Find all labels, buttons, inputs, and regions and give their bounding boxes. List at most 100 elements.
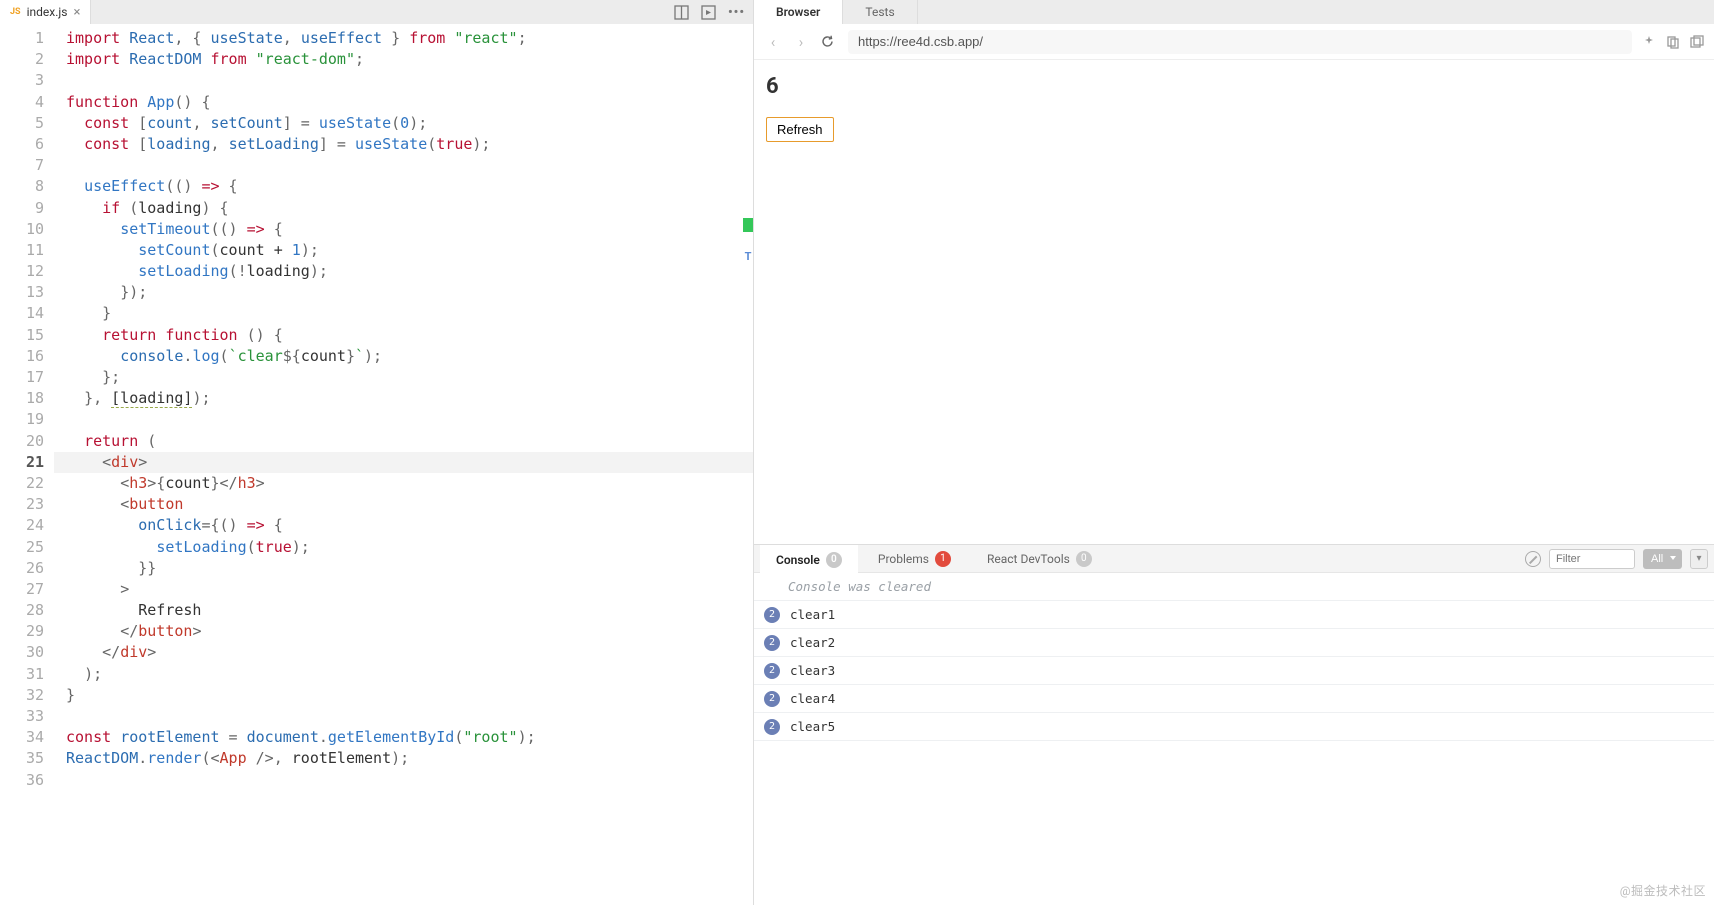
- console-entry-text: clear2: [790, 635, 835, 650]
- code-area[interactable]: import React, { useState, useEffect } fr…: [54, 24, 753, 905]
- marker-t: T: [743, 250, 753, 264]
- code-line: Refresh: [54, 600, 753, 621]
- editor-tab-indexjs[interactable]: JS index.js ×: [0, 0, 91, 24]
- console-entry[interactable]: 2 clear4: [754, 685, 1714, 713]
- reload-icon[interactable]: [820, 34, 838, 49]
- nav-forward-icon[interactable]: ›: [792, 33, 810, 51]
- console-level-select[interactable]: All: [1643, 549, 1682, 569]
- code-line: }: [54, 685, 753, 706]
- code-line: useEffect(() => {: [54, 176, 753, 197]
- devtools-tools: All ▾: [1525, 549, 1708, 569]
- watermark: @掘金技术社区: [1620, 882, 1706, 899]
- code-line: const rootElement = document.getElementB…: [54, 727, 753, 748]
- code-line: import React, { useState, useEffect } fr…: [54, 28, 753, 49]
- line-number: 18: [0, 388, 44, 409]
- line-number: 4: [0, 92, 44, 113]
- editor-column: JS index.js × ••• 1234567891011121314151…: [0, 0, 754, 905]
- devtools-tabs: Console 0 Problems 1 React DevTools 0: [754, 545, 1714, 573]
- code-line: if (loading) {: [54, 198, 753, 219]
- console-status-line: Console was cleared: [754, 573, 1714, 601]
- line-number: 19: [0, 409, 44, 430]
- react-devtools-count-badge: 0: [1076, 551, 1092, 567]
- url-bar: ‹ ›: [754, 24, 1714, 60]
- line-number: 6: [0, 134, 44, 155]
- line-number: 13: [0, 282, 44, 303]
- line-number: 3: [0, 70, 44, 91]
- code-line: const [count, setCount] = useState(0);: [54, 113, 753, 134]
- panel-icon[interactable]: [701, 5, 716, 20]
- editor-tab-label: index.js: [27, 5, 68, 19]
- copy-icon[interactable]: [1666, 35, 1680, 49]
- code-line: [54, 155, 753, 176]
- editor-tab-bar: JS index.js × •••: [0, 0, 753, 24]
- line-number: 8: [0, 176, 44, 197]
- more-icon[interactable]: •••: [728, 5, 745, 20]
- chevron-down-icon[interactable]: ▾: [1690, 549, 1708, 569]
- repeat-count-badge: 2: [764, 691, 780, 707]
- code-line: ReactDOM.render(<App />, rootElement);: [54, 748, 753, 769]
- code-line: >: [54, 579, 753, 600]
- code-line: import ReactDOM from "react-dom";: [54, 49, 753, 70]
- refresh-button[interactable]: Refresh: [766, 117, 834, 142]
- code-line: );: [54, 664, 753, 685]
- line-number: 34: [0, 727, 44, 748]
- line-number: 26: [0, 558, 44, 579]
- tab-problems[interactable]: Problems 1: [862, 545, 967, 573]
- repeat-count-badge: 2: [764, 719, 780, 735]
- line-number: 5: [0, 113, 44, 134]
- code-line: setLoading(true);: [54, 537, 753, 558]
- right-column: Browser Tests ‹ › 6: [754, 0, 1714, 905]
- console-entry[interactable]: 2clear1: [754, 601, 1714, 629]
- line-number: 33: [0, 706, 44, 727]
- code-line: [54, 706, 753, 727]
- line-number: 23: [0, 494, 44, 515]
- open-external-icon[interactable]: [1690, 35, 1704, 49]
- clear-console-icon[interactable]: [1525, 551, 1541, 567]
- js-icon: JS: [10, 7, 21, 17]
- code-line: }}: [54, 558, 753, 579]
- close-icon[interactable]: ×: [73, 5, 80, 20]
- tab-console[interactable]: Console 0: [760, 545, 858, 573]
- line-number: 22: [0, 473, 44, 494]
- line-number: 28: [0, 600, 44, 621]
- console-entry[interactable]: 2clear2: [754, 629, 1714, 657]
- line-number: 31: [0, 664, 44, 685]
- console-entry[interactable]: 2clear3: [754, 657, 1714, 685]
- repeat-count-badge: 2: [764, 663, 780, 679]
- marker-green: [743, 218, 753, 232]
- console-filter-input[interactable]: [1549, 549, 1635, 569]
- nav-back-icon[interactable]: ‹: [764, 33, 782, 51]
- editor-body[interactable]: 1234567891011121314151617181920212223242…: [0, 24, 753, 905]
- tab-browser[interactable]: Browser: [754, 0, 843, 24]
- line-number: 12: [0, 261, 44, 282]
- code-line: [54, 770, 753, 791]
- tab-react-devtools[interactable]: React DevTools 0: [971, 545, 1108, 573]
- code-line: console.log(`clear${count}`);: [54, 346, 753, 367]
- url-input[interactable]: [848, 30, 1632, 54]
- code-line: function App() {: [54, 92, 753, 113]
- sparkle-icon[interactable]: [1642, 35, 1656, 49]
- repeat-count-badge: 2: [764, 607, 780, 623]
- line-number: 14: [0, 303, 44, 324]
- line-number: 9: [0, 198, 44, 219]
- line-number: 25: [0, 537, 44, 558]
- line-number: 35: [0, 748, 44, 769]
- problems-count-badge: 1: [935, 551, 951, 567]
- code-line: onClick={() => {: [54, 515, 753, 536]
- code-line: setCount(count + 1);: [54, 240, 753, 261]
- line-number-gutter: 1234567891011121314151617181920212223242…: [0, 24, 54, 905]
- code-line: };: [54, 367, 753, 388]
- line-number: 24: [0, 515, 44, 536]
- tab-problems-label: Problems: [878, 552, 929, 566]
- tab-tests[interactable]: Tests: [843, 0, 917, 24]
- app-root: JS index.js × ••• 1234567891011121314151…: [0, 0, 1714, 905]
- line-number: 27: [0, 579, 44, 600]
- split-vertical-icon[interactable]: [674, 5, 689, 20]
- console-entry[interactable]: 2clear5: [754, 713, 1714, 741]
- console-count-badge: 0: [826, 552, 842, 568]
- code-line: });: [54, 282, 753, 303]
- console-entry-text: clear4: [790, 691, 835, 706]
- code-line: }: [54, 303, 753, 324]
- console-body[interactable]: Console was cleared 2clear12clear22clear…: [754, 573, 1714, 905]
- line-number: 21: [0, 452, 44, 473]
